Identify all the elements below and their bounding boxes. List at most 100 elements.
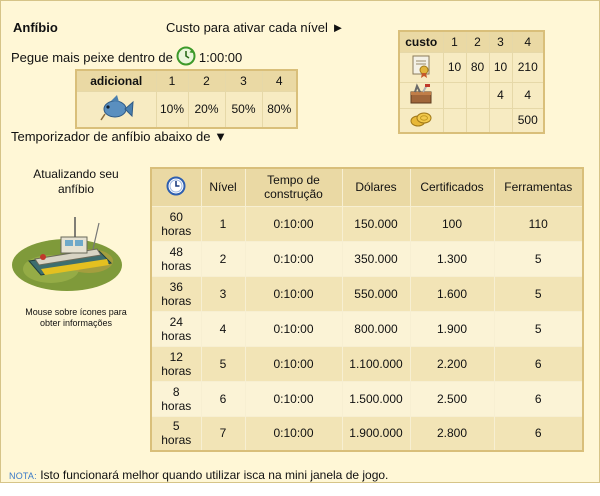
dollars-cell: 350.000: [341, 240, 411, 277]
build-time-cell: 0:10:00: [244, 345, 343, 382]
coins-icon-cell[interactable]: [398, 107, 444, 134]
build-time-cell: 0:10:00: [244, 275, 343, 312]
timer-below-heading: Temporizador de anfíbio abaixo de ▼: [11, 129, 227, 144]
note-label: NOTA:: [9, 471, 37, 481]
bonus-value-2: 20%: [187, 90, 226, 128]
dollars-cell: 1.500.000: [341, 380, 411, 417]
level-cell: 6: [200, 380, 246, 417]
clock-refresh-icon: [176, 46, 196, 69]
level-cell: 1: [200, 205, 246, 242]
cost-level-2: 2: [465, 30, 490, 53]
cost-tools-1: [442, 81, 467, 109]
build-time-cell: 0:10:00: [244, 380, 343, 417]
cost-cert-4: 210: [511, 51, 545, 83]
table-row: 8 horas 6 0:10:00 1.500.000 2.500 6: [150, 380, 584, 417]
build-time-cell: 0:10:00: [244, 240, 343, 277]
cost-level-3: 3: [488, 30, 513, 53]
dollars-cell: 550.000: [341, 275, 411, 312]
tools-cell: 5: [493, 240, 584, 277]
bonus-value-4: 80%: [261, 90, 298, 128]
cost-coins-1: [442, 107, 467, 134]
level-cell: 2: [200, 240, 246, 277]
table-row: 5 horas 7 0:10:00 1.900.000 2.800 6: [150, 415, 584, 452]
cost-row-tools: 4 4: [398, 81, 545, 109]
table-row: 60 horas 1 0:10:00 150.000 100 110: [150, 205, 584, 242]
cost-coins-2: [465, 107, 490, 134]
amphibian-boat-image[interactable]: [11, 209, 123, 302]
toolbox-icon[interactable]: [408, 82, 434, 108]
table-row: 36 horas 3 0:10:00 550.000 1.600 5: [150, 275, 584, 312]
certificates-cell: 2.800: [409, 415, 495, 452]
upgrade-title: Atualizando seu anfíbio: [33, 167, 119, 196]
cost-tools-3: 4: [488, 81, 513, 109]
tools-cell: 110: [493, 205, 584, 242]
bonus-value-3: 50%: [224, 90, 263, 128]
dollars-cell: 1.900.000: [341, 415, 411, 452]
level-cell: 4: [200, 310, 246, 347]
hours-cell: 36 horas: [150, 275, 202, 312]
page-title: Anfíbio: [13, 20, 58, 35]
table-row: 12 horas 5 0:10:00 1.100.000 2.200 6: [150, 345, 584, 382]
dollars-header: Dólares: [341, 167, 411, 207]
cost-header: custo: [398, 30, 444, 53]
upgrade-table-header: Nível Tempo de construção Dólares Certif…: [150, 167, 584, 207]
level-cell: 5: [200, 345, 246, 382]
bonus-header: adicional: [75, 69, 157, 92]
cost-coins-3: [488, 107, 513, 134]
catch-more-label: Pegue mais peixe dentro de: [11, 50, 173, 65]
dollars-cell: 150.000: [341, 205, 411, 242]
bonus-value-1: 10%: [155, 90, 189, 128]
bonus-level-4: 4: [261, 69, 298, 92]
bonus-level-3: 3: [224, 69, 263, 92]
amphibian-panel: Anfíbio Custo para ativar cada nível ► P…: [0, 0, 600, 483]
certificates-cell: 1.300: [409, 240, 495, 277]
cost-coins-4: 500: [511, 107, 545, 134]
hours-cell: 12 horas: [150, 345, 202, 382]
build-time-cell: 0:10:00: [244, 310, 343, 347]
cost-cert-1: 10: [442, 51, 467, 83]
tools-cell: 6: [493, 415, 584, 452]
certificates-cell: 1.600: [409, 275, 495, 312]
hover-hint: Mouse sobre ícones para obter informaçõe…: [25, 307, 127, 328]
coins-icon[interactable]: [408, 112, 434, 131]
dollars-cell: 800.000: [341, 310, 411, 347]
certificate-icon[interactable]: [408, 55, 434, 82]
certificates-cell: 100: [409, 205, 495, 242]
upgrade-table-wrap: Nível Tempo de construção Dólares Certif…: [150, 167, 584, 452]
level-cell: 3: [200, 275, 246, 312]
note: NOTA: Isto funcionará melhor quando util…: [9, 468, 388, 482]
catch-more-time: 1:00:00: [198, 50, 243, 65]
tools-cell: 5: [493, 275, 584, 312]
table-row: 48 horas 2 0:10:00 350.000 1.300 5: [150, 240, 584, 277]
cost-tools-4: 4: [511, 81, 545, 109]
dollars-cell: 1.100.000: [341, 345, 411, 382]
cost-row-certificates: 10 80 10 210: [398, 51, 545, 83]
certificate-icon-cell[interactable]: [398, 51, 444, 83]
note-text: Isto funcionará melhor quando utilizar i…: [40, 468, 389, 482]
hours-cell: 60 horas: [150, 205, 202, 242]
hours-cell: 24 horas: [150, 310, 202, 347]
tools-cell: 6: [493, 345, 584, 382]
toolbox-icon-cell[interactable]: [398, 81, 444, 109]
table-row: 24 horas 4 0:10:00 800.000 1.900 5: [150, 310, 584, 347]
bonus-level-1: 1: [155, 69, 189, 92]
level-cell: 7: [200, 415, 246, 452]
cost-cert-2: 80: [465, 51, 490, 83]
cost-level-4: 4: [511, 30, 545, 53]
hours-cell: 5 horas: [150, 415, 202, 452]
cost-cert-3: 10: [488, 51, 513, 83]
upgrade-table: Nível Tempo de construção Dólares Certif…: [150, 167, 584, 452]
fish-icon-cell[interactable]: [75, 90, 157, 128]
clock-icon: [166, 176, 186, 199]
hours-cell: 48 horas: [150, 240, 202, 277]
fish-icon[interactable]: [97, 94, 135, 127]
cost-tools-2: [465, 81, 490, 109]
cost-table: custo 1 2 3 4 10 80 10 210 4 4 500: [398, 30, 545, 134]
hours-cell: 8 horas: [150, 380, 202, 417]
cost-row-coins: 500: [398, 107, 545, 134]
tools-cell: 5: [493, 310, 584, 347]
bonus-level-2: 2: [187, 69, 226, 92]
certificates-cell: 1.900: [409, 310, 495, 347]
build-time-header: Tempo de construção: [244, 167, 343, 207]
build-time-cell: 0:10:00: [244, 415, 343, 452]
